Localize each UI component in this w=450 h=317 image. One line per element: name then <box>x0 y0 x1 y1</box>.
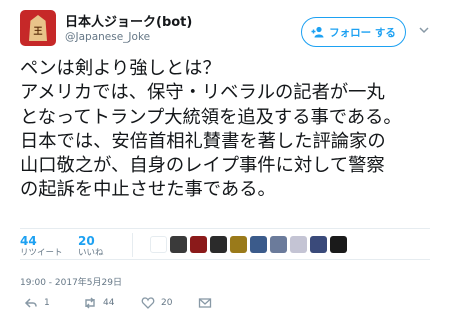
tweet-line: アメリカでは、保守・リベラルの記者が一丸 <box>20 82 385 104</box>
retweet-label: リツイート <box>20 248 63 258</box>
like-stat[interactable]: 20 いいね <box>78 235 104 259</box>
retweet-stat[interactable]: 44 リツイート <box>20 235 63 259</box>
liker-avatar[interactable] <box>230 236 247 253</box>
liker-avatars <box>150 236 347 253</box>
like-action-count: 20 <box>161 298 173 308</box>
stats-divider <box>132 233 133 257</box>
tweet-line: 山口敬之が、自身のレイプ事件に対して警察 <box>20 155 385 177</box>
tweet-stats: 44 リツイート 20 いいね <box>20 228 430 260</box>
tweet-line: 日本では、安倍首相礼賛書を著した評論家の <box>20 130 386 152</box>
heart-icon <box>141 297 155 309</box>
retweet-action-count: 44 <box>103 298 115 308</box>
retweet-button[interactable]: 44 <box>83 296 114 310</box>
reply-button[interactable]: 1 <box>24 296 50 310</box>
liker-avatar[interactable] <box>190 236 207 253</box>
tweet-text: ペンは剣より強しとは？ アメリカでは、保守・リベラルの記者が一丸 となってトラン… <box>20 57 450 203</box>
tweet-actions: 1 44 20 <box>20 296 250 314</box>
user-handle[interactable]: @Japanese_Joke <box>65 31 150 43</box>
liker-avatar[interactable] <box>150 236 167 253</box>
shogi-piece-icon: 王 <box>29 15 47 41</box>
liker-avatar[interactable] <box>210 236 227 253</box>
like-count: 20 <box>78 234 95 248</box>
chevron-down-icon[interactable] <box>418 24 430 36</box>
liker-avatar[interactable] <box>270 236 287 253</box>
retweet-count: 44 <box>20 234 37 248</box>
tweet-line: ペンは剣より強しとは？ <box>20 58 221 79</box>
direct-message-button[interactable] <box>198 296 212 310</box>
follow-button-label: フォロー する <box>329 26 396 39</box>
envelope-icon <box>198 298 212 308</box>
add-user-icon <box>311 26 324 38</box>
tweet-line: の起訴を中止させた事である。 <box>20 179 276 201</box>
tweet-timestamp[interactable]: 19:00 - 2017年5月29日 <box>20 275 122 288</box>
tweet-line: となってトランプ大統領を追及する事である。 <box>20 106 402 128</box>
like-label: いいね <box>78 248 104 258</box>
liker-avatar[interactable] <box>250 236 267 253</box>
reply-count: 1 <box>44 298 50 308</box>
display-name[interactable]: 日本人ジョーク(bot) <box>65 11 192 30</box>
reply-icon <box>24 298 37 308</box>
liker-avatar[interactable] <box>310 236 327 253</box>
liker-avatar[interactable] <box>170 236 187 253</box>
like-button[interactable]: 20 <box>141 296 172 310</box>
avatar-glyph: 王 <box>33 27 43 37</box>
liker-avatar[interactable] <box>330 236 347 253</box>
avatar[interactable]: 王 <box>20 10 56 46</box>
liker-avatar[interactable] <box>290 236 307 253</box>
follow-button[interactable]: フォロー する <box>301 17 406 47</box>
retweet-icon <box>85 297 95 309</box>
